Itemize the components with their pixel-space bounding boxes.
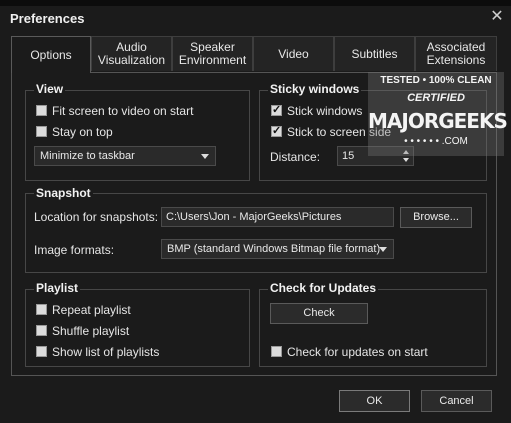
snapshot-location-label: Location for snapshots: [34, 210, 159, 224]
check-on-start-label: Check for updates on start [287, 345, 428, 359]
stick-windows-checkbox[interactable] [271, 103, 282, 116]
playlist-title: Playlist [34, 281, 81, 295]
check-updates-button[interactable]: Check [270, 303, 368, 324]
tab-video[interactable]: Video [253, 36, 334, 71]
updates-title: Check for Updates [268, 281, 379, 295]
fit-screen-checkbox[interactable] [36, 105, 47, 116]
shuffle-playlist-label: Shuffle playlist [52, 324, 130, 338]
tab-options[interactable]: Options [11, 36, 91, 73]
window-title: Preferences [10, 11, 85, 26]
snapshot-group [25, 193, 487, 273]
tab-subtitles[interactable]: Subtitles [334, 36, 415, 71]
close-icon[interactable]: ✕ [489, 9, 505, 25]
tab-associated-extensions[interactable]: Associated Extensions [415, 36, 497, 71]
stick-windows-label: Stick windows [287, 104, 363, 118]
distance-label: Distance: [270, 150, 321, 164]
show-playlists-label: Show list of playlists [52, 345, 160, 359]
shuffle-playlist-checkbox[interactable] [36, 325, 47, 336]
tab-speaker-environment[interactable]: Speaker Environment [172, 36, 253, 71]
chevron-down-icon [379, 247, 387, 252]
image-formats-select[interactable]: BMP (standard Windows Bitmap file format… [161, 239, 394, 259]
snapshot-location-input[interactable]: C:\Users\Jon - MajorGeeks\Pictures [161, 207, 394, 227]
show-playlists-checkbox[interactable] [36, 346, 47, 357]
cancel-button[interactable]: Cancel [421, 390, 492, 412]
tab-strip: Options Audio Visualization Speaker Envi… [11, 36, 497, 73]
minimize-select[interactable]: Minimize to taskbar [34, 146, 216, 166]
browse-button[interactable]: Browse... [400, 207, 472, 228]
repeat-playlist-checkbox[interactable] [36, 304, 47, 315]
fit-screen-label: Fit screen to video on start [52, 104, 194, 118]
majorgeeks-watermark: TESTED • 100% CLEAN CERTIFIED MAJORGEEKS… [368, 72, 508, 156]
ok-button[interactable]: OK [339, 390, 410, 412]
stay-on-top-checkbox[interactable] [36, 126, 47, 137]
tab-audio-visualization[interactable]: Audio Visualization [91, 36, 172, 71]
repeat-playlist-label: Repeat playlist [52, 303, 131, 317]
spin-down-icon[interactable] [403, 158, 409, 162]
image-formats-label: Image formats: [34, 243, 115, 257]
chevron-down-icon [201, 154, 209, 159]
snapshot-title: Snapshot [34, 186, 93, 200]
check-on-start-checkbox[interactable] [271, 346, 282, 357]
stay-on-top-label: Stay on top [52, 125, 113, 139]
view-title: View [34, 82, 66, 96]
title-bar-edge [0, 0, 511, 6]
stick-screen-side-checkbox[interactable] [271, 124, 282, 137]
sticky-title: Sticky windows [268, 82, 362, 96]
